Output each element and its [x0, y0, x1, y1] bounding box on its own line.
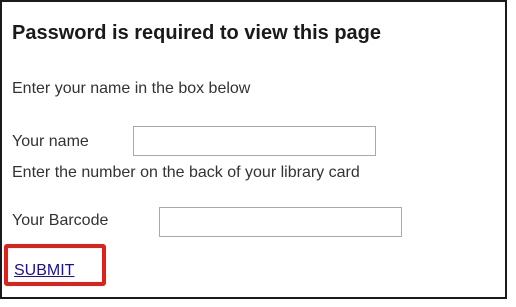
login-panel: Password is required to view this page E…: [0, 0, 507, 299]
barcode-instruction: Enter the number on the back of your lib…: [12, 164, 360, 181]
barcode-label: Your Barcode: [12, 212, 109, 229]
name-label: Your name: [12, 133, 89, 150]
page-title: Password is required to view this page: [12, 22, 381, 44]
name-instruction: Enter your name in the box below: [12, 80, 251, 97]
name-input[interactable]: [133, 126, 376, 156]
submit-link[interactable]: SUBMIT: [14, 262, 74, 280]
barcode-input[interactable]: [159, 207, 402, 237]
